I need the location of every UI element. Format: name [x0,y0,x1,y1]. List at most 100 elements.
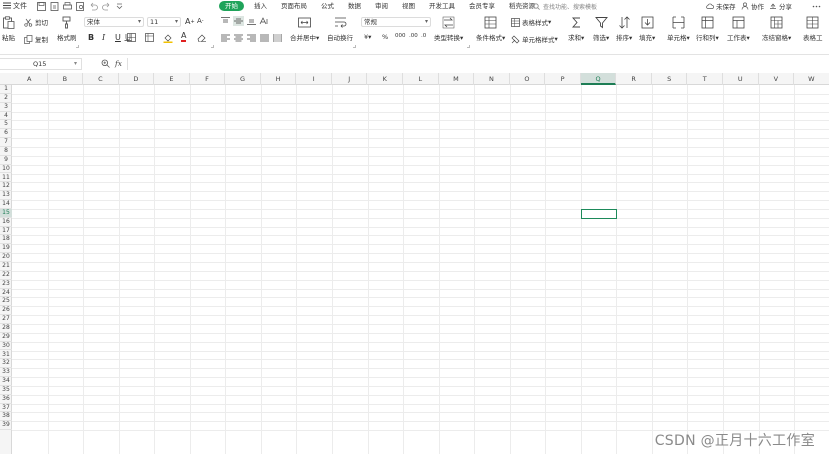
column-header-r[interactable]: R [616,73,652,85]
column-header-u[interactable]: U [723,73,759,85]
table-tools-button[interactable]: 表格工 [803,16,823,42]
wrap-text-button[interactable]: 自动换行 [327,16,353,42]
column-header-t[interactable]: T [687,73,723,85]
row-header-39[interactable]: 39 [0,421,12,431]
paste-button[interactable]: 粘贴 [2,16,15,42]
share-button[interactable]: 分享 [769,1,792,11]
clipboard-group-launcher[interactable] [76,45,79,48]
row-header-18[interactable]: 18 [0,235,12,245]
tab-review[interactable]: 审阅 [371,1,392,11]
decrease-font-icon[interactable]: A- [197,17,204,25]
row-header-35[interactable]: 35 [0,386,12,395]
row-header-23[interactable]: 23 [0,280,12,289]
filter-button[interactable]: 筛选▾ [593,16,609,42]
type-convert-button[interactable]: 类型转换▾ [434,16,463,42]
export-pdf-icon[interactable] [49,1,59,11]
column-header-s[interactable]: S [652,73,688,85]
tab-developer[interactable]: 开发工具 [425,1,459,11]
row-header-37[interactable]: 37 [0,404,12,413]
worksheet-button[interactable]: 工作表▾ [727,16,750,42]
merge-center-button[interactable]: 合并居中▾ [290,16,319,42]
fill-button[interactable]: 填充▾ [639,16,655,42]
column-header-k[interactable]: K [368,73,404,85]
row-header-19[interactable]: 19 [0,244,12,254]
cell-button[interactable]: 单元格▾ [667,16,690,42]
row-header-14[interactable]: 14 [0,200,12,209]
column-header-b[interactable]: B [48,73,84,85]
cell-area[interactable] [12,85,829,454]
more-icon[interactable] [811,1,821,11]
row-col-button[interactable]: 行和列▾ [696,16,719,42]
column-header-g[interactable]: G [225,73,261,85]
row-header-7[interactable]: 7 [0,138,12,147]
tab-page-layout[interactable]: 页面布局 [277,1,311,11]
underline-button[interactable]: U [115,33,121,42]
tab-member[interactable]: 会员专享 [465,1,499,11]
currency-button[interactable]: ¥ ▾ [364,33,371,41]
column-header-q[interactable]: Q [580,73,617,85]
column-header-c[interactable]: C [83,73,119,85]
feature-search[interactable]: 查找功能、搜索模板 [533,1,597,11]
file-menu[interactable]: 文件 [3,1,27,11]
column-header-o[interactable]: O [510,73,546,85]
row-header-17[interactable]: 17 [0,227,12,236]
row-header-8[interactable]: 8 [0,147,12,156]
name-box[interactable]: Q15 ▾ [0,58,82,70]
alignment-group-launcher[interactable] [353,45,356,48]
row-header-9[interactable]: 9 [0,156,12,165]
conditional-format-button[interactable]: 条件格式▾ [476,16,505,42]
print-preview-icon[interactable] [75,1,85,11]
row-header-30[interactable]: 30 [0,342,12,351]
row-header-12[interactable]: 12 [0,182,12,192]
row-header-36[interactable]: 36 [0,395,12,404]
row-header-20[interactable]: 20 [0,253,12,262]
sum-button[interactable]: 求和▾ [568,16,584,42]
sort-button[interactable]: 排序▾ [616,16,632,42]
copy-button[interactable]: 复制 [24,34,48,44]
justify-icon[interactable] [260,34,269,42]
column-header-n[interactable]: N [474,73,510,85]
column-header-m[interactable]: M [439,73,475,85]
tab-formulas[interactable]: 公式 [317,1,338,11]
tab-data[interactable]: 数据 [344,1,365,11]
zoom-icon[interactable] [101,59,111,69]
number-group-launcher[interactable] [467,45,470,48]
column-header-v[interactable]: V [759,73,795,85]
row-header-25[interactable]: 25 [0,297,12,307]
increase-decimal-button[interactable]: .00 [409,33,418,39]
table-style-button[interactable]: 表格样式 ▾ [511,17,551,27]
save-icon[interactable] [36,1,46,11]
font-name-select[interactable]: 宋体 ▾ [84,17,144,27]
align-right-icon[interactable] [247,34,256,42]
distributed-align-icon[interactable] [273,34,282,42]
font-group-launcher[interactable] [211,45,214,48]
thousands-separator-button[interactable]: 000 [395,33,406,39]
row-header-1[interactable]: 1 [0,85,12,94]
percent-button[interactable]: % [382,33,388,41]
column-header-e[interactable]: E [154,73,190,85]
row-header-11[interactable]: 11 [0,174,12,183]
font-size-select[interactable]: 11 ▾ [147,17,181,27]
column-header-l[interactable]: L [403,73,439,85]
italic-button[interactable]: I [102,33,105,42]
row-header-27[interactable]: 27 [0,315,12,324]
fill-color-icon[interactable] [163,33,173,43]
align-left-icon[interactable] [221,34,230,42]
row-header-38[interactable]: 38 [0,412,12,422]
column-header-f[interactable]: F [190,73,226,85]
align-middle-icon[interactable] [233,16,244,26]
collab-button[interactable]: 协作 [741,1,764,11]
row-header-5[interactable]: 5 [0,120,12,130]
row-header-31[interactable]: 31 [0,351,12,360]
tab-view[interactable]: 视图 [398,1,419,11]
row-header-2[interactable]: 2 [0,94,12,103]
number-format-select[interactable]: 常规 ▾ [361,17,431,27]
row-header-13[interactable]: 13 [0,191,12,201]
unsaved-button[interactable]: 未保存 [706,1,736,11]
redo-icon[interactable] [101,1,111,11]
row-header-3[interactable]: 3 [0,103,12,112]
cell-style-quick-icon[interactable] [145,33,155,42]
row-header-34[interactable]: 34 [0,377,12,386]
column-header-i[interactable]: I [296,73,332,85]
print-icon[interactable] [62,1,72,11]
